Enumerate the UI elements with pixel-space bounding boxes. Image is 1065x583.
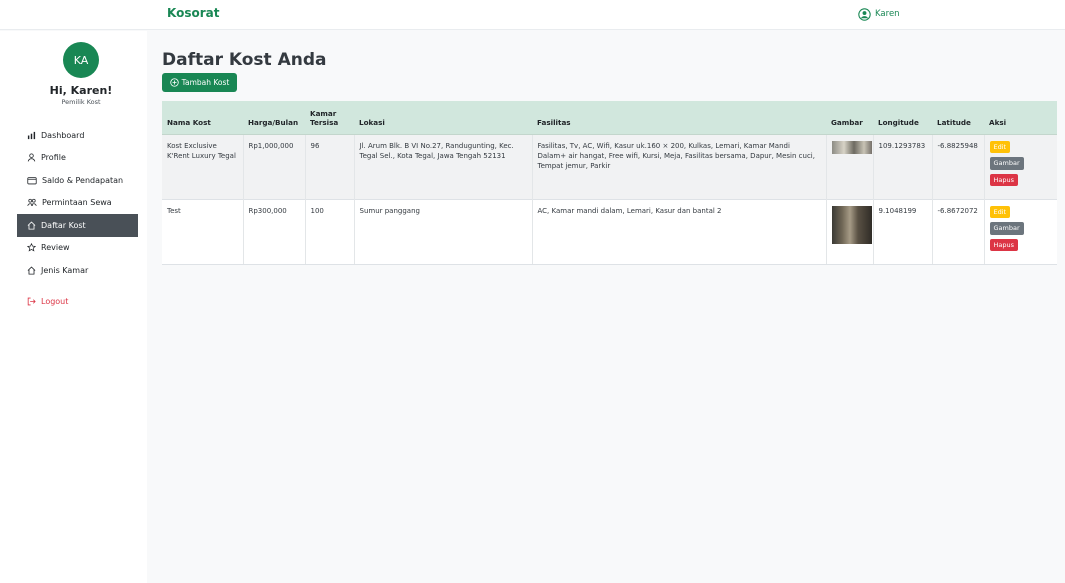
cell-fasilitas: AC, Kamar mandi dalam, Lemari, Kasur dan… <box>531 198 826 265</box>
sidebar-item-label: Review <box>41 243 70 253</box>
sidebar: KA Hi, Karen! Pemilik Kost Dashboard Pro… <box>0 31 147 583</box>
bar-chart-icon <box>27 131 36 139</box>
edit-button[interactable]: Edit <box>989 140 1011 153</box>
cell-lokasi: Jl. Arum Blk. B VI No.27, Randugunting, … <box>353 134 532 199</box>
kost-thumbnail-image <box>831 205 872 244</box>
sidebar-item-label: Jenis Kamar <box>41 265 89 275</box>
people-icon <box>27 199 37 207</box>
star-icon <box>27 243 36 252</box>
cell-latitude: -6.8672072 <box>931 198 984 265</box>
person-icon <box>27 153 36 162</box>
cell-lokasi: Sumur panggang <box>353 198 532 265</box>
cell-harga: Rp300,000 <box>242 198 305 265</box>
cell-gambar <box>825 134 873 199</box>
sidebar-item-review[interactable]: Review <box>17 237 138 260</box>
sidebar-item-label: Permintaan Sewa <box>42 198 112 208</box>
gambar-button[interactable]: Gambar <box>989 222 1024 235</box>
plus-circle-icon <box>169 78 179 87</box>
cell-nama: Kost Exclusive K'Rent Luxury Tegal <box>162 134 243 199</box>
user-circle-icon <box>858 7 871 21</box>
table-row: Kost Exclusive K'Rent Luxury Tegal Rp1,0… <box>162 134 1057 199</box>
column-header: Fasilitas <box>532 101 826 135</box>
table-row: Test Rp300,000 100 Sumur panggang AC, Ka… <box>162 198 1057 265</box>
cell-kamar: 96 <box>304 134 354 199</box>
cell-gambar <box>825 198 873 265</box>
sidebar-nav: Dashboard Profile Saldo & Pendapatan Per… <box>17 124 138 313</box>
column-header: Gambar <box>826 101 873 135</box>
hapus-button[interactable]: Hapus <box>989 173 1019 186</box>
user-menu[interactable]: Karen <box>858 6 900 22</box>
sidebar-item-dashboard[interactable]: Dashboard <box>17 124 138 147</box>
top-navbar: Kosorat Karen <box>0 0 1065 30</box>
gambar-button[interactable]: Gambar <box>989 157 1024 170</box>
table-header-row: Nama Kost Harga/Bulan Kamar Tersisa Loka… <box>162 101 1057 135</box>
logout-label: Logout <box>41 297 69 307</box>
sidebar-item-permintaan-sewa[interactable]: Permintaan Sewa <box>17 192 138 215</box>
cell-longitude: 109.1293783 <box>872 134 932 199</box>
column-header: Kamar Tersisa <box>305 101 354 135</box>
sidebar-item-label: Daftar Kost <box>41 220 86 230</box>
logout-link[interactable]: Logout <box>17 291 138 314</box>
kost-thumbnail-image <box>831 140 872 154</box>
greeting: Hi, Karen! <box>49 84 113 97</box>
cell-fasilitas: Fasilitas, Tv, AC, Wifi, Kasur uk.160 × … <box>531 134 826 199</box>
edit-button[interactable]: Edit <box>989 205 1011 218</box>
logout-icon <box>27 297 36 306</box>
column-header: Harga/Bulan <box>243 101 305 135</box>
column-header: Latitude <box>932 101 984 135</box>
user-role: Pemilik Kost <box>61 98 101 106</box>
column-header: Lokasi <box>354 101 532 135</box>
sidebar-item-label: Profile <box>41 153 66 163</box>
sidebar-item-jenis-kamar[interactable]: Jenis Kamar <box>17 259 138 282</box>
sidebar-item-profile[interactable]: Profile <box>17 147 138 170</box>
page-title: Daftar Kost Anda <box>162 50 327 70</box>
add-kost-label: Tambah Kost <box>181 78 230 87</box>
brand-logo[interactable]: Kosorat <box>167 6 219 20</box>
user-name: Karen <box>875 9 900 19</box>
cell-harga: Rp1,000,000 <box>242 134 305 199</box>
add-kost-button[interactable]: Tambah Kost <box>162 73 237 92</box>
column-header: Nama Kost <box>162 101 243 135</box>
sidebar-item-label: Saldo & Pendapatan <box>42 175 124 185</box>
sidebar-item-daftar-kost[interactable]: Daftar Kost <box>17 214 138 237</box>
sidebar-item-label: Dashboard <box>41 130 85 140</box>
sidebar-item-saldo[interactable]: Saldo & Pendapatan <box>17 169 138 192</box>
cell-latitude: -6.8825948 <box>931 134 984 199</box>
wallet-icon <box>27 176 37 185</box>
cell-kamar: 100 <box>304 198 354 265</box>
avatar: KA <box>63 42 99 78</box>
kost-table: Nama Kost Harga/Bulan Kamar Tersisa Loka… <box>162 101 1057 265</box>
column-header: Longitude <box>873 101 932 135</box>
house-icon <box>27 266 36 275</box>
house-icon <box>27 221 36 230</box>
cell-aksi: Edit Gambar Hapus <box>983 134 1057 199</box>
column-header: Aksi <box>984 101 1057 135</box>
hapus-button[interactable]: Hapus <box>989 238 1019 251</box>
cell-longitude: 9.1048199 <box>872 198 932 265</box>
cell-aksi: Edit Gambar Hapus <box>983 198 1057 265</box>
cell-nama: Test <box>162 198 243 265</box>
